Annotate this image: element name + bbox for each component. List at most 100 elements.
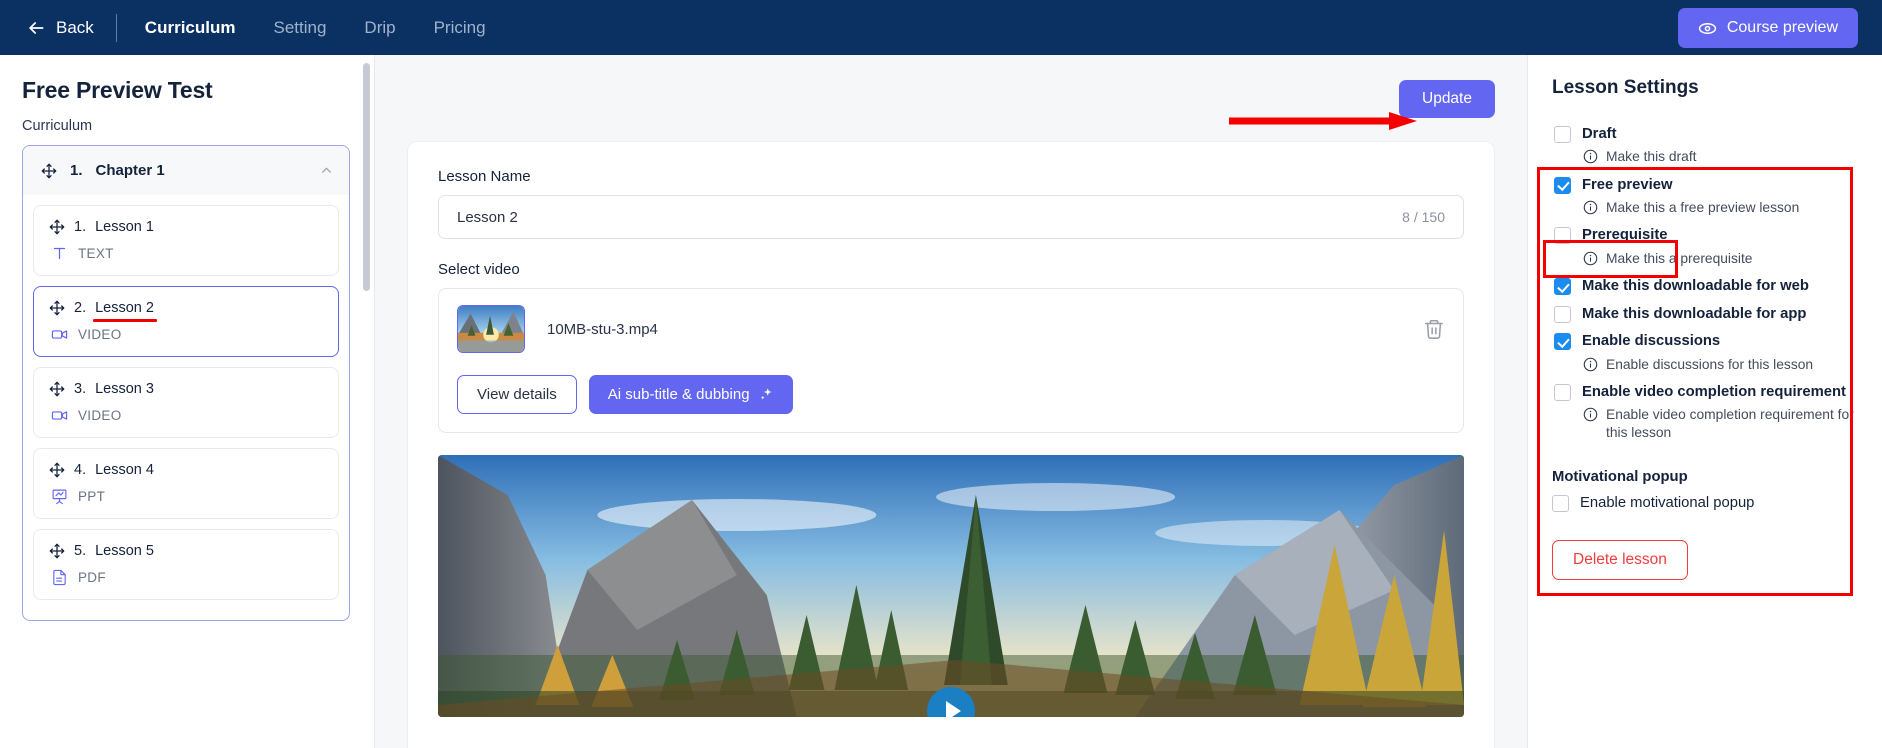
enable-discussions-hint: Enable discussions for this lesson [1583,356,1858,374]
lesson-list: 1. Lesson 1 TEXT 2. Lesson 2 VIDEO 3. Le… [23,195,349,620]
drag-move-icon[interactable] [49,462,65,478]
back-button[interactable]: Back [26,18,116,38]
option-free-preview[interactable]: Free preview [1554,176,1858,194]
lesson-name-input[interactable]: Lesson 2 8 / 150 [438,195,1464,239]
update-button[interactable]: Update [1399,80,1495,118]
curriculum-sidebar: Free Preview Test Curriculum 1. Chapter … [0,55,375,748]
video-completion-hint-text: Enable video completion requirement for … [1606,407,1854,441]
video-camera-icon [51,411,68,420]
lesson-item-1[interactable]: 1. Lesson 1 TEXT [33,205,339,276]
course-preview-button[interactable]: Course preview [1677,8,1858,48]
draft-hint: Make this draft [1583,148,1858,166]
sidebar-scrollbar-thumb[interactable] [363,63,370,291]
motivational-popup-checkbox[interactable] [1552,494,1569,512]
video-completion-label: Enable video completion requirement [1582,383,1846,400]
chapter-number: 1. [70,162,83,179]
prerequisite-hint: Make this a prerequisite [1583,250,1858,268]
chevron-up-icon[interactable] [320,164,333,177]
video-poster-image [438,455,1464,717]
tab-curriculum[interactable]: Curriculum [145,18,236,38]
prerequisite-checkbox[interactable] [1554,227,1571,245]
lesson-type-label: VIDEO [78,408,122,423]
view-details-button[interactable]: View details [457,375,577,414]
nav-tabs: Curriculum Setting Drip Pricing [145,18,486,38]
lesson-name: Lesson 5 [95,543,154,559]
lesson-item-2[interactable]: 2. Lesson 2 VIDEO [33,286,339,357]
lesson-number: 3. [74,381,87,397]
lesson-type-label: PDF [78,570,106,585]
lesson-header: 4. Lesson 4 [49,462,322,478]
lesson-type: VIDEO [49,326,322,343]
motivational-popup-heading: Motivational popup [1552,468,1688,485]
downloadable-app-checkbox[interactable] [1554,305,1571,323]
video-completion-hint: Enable video completion requirement for … [1583,406,1858,442]
video-completion-checkbox[interactable] [1554,383,1571,401]
option-prerequisite[interactable]: Prerequisite [1554,226,1858,245]
topbar-divider [115,13,117,42]
ai-subtitle-dubbing-button[interactable]: Ai sub-title & dubbing [588,375,793,414]
lesson-type: PDF [49,569,322,586]
drag-move-icon[interactable] [49,381,65,397]
option-video-completion[interactable]: Enable video completion requirement [1554,383,1858,401]
lesson-type: VIDEO [49,407,322,424]
option-draft[interactable]: Draft [1554,125,1858,143]
downloadable-app-label: Make this downloadable for app [1582,305,1807,322]
chapter-header[interactable]: 1. Chapter 1 [23,146,349,195]
tab-setting[interactable]: Setting [273,18,326,38]
video-player[interactable] [438,455,1464,717]
lesson-number: 1. [74,219,87,235]
downloadable-web-checkbox[interactable] [1554,278,1571,296]
drag-move-icon[interactable] [41,163,57,179]
lesson-number: 5. [74,543,87,559]
tab-pricing[interactable]: Pricing [434,18,486,38]
lesson-editor-card: Lesson Name Lesson 2 8 / 150 Select vide… [407,141,1495,748]
presentation-icon [52,489,67,505]
option-motivational-popup[interactable]: Enable motivational popup [1552,494,1862,512]
drag-move-icon[interactable] [49,543,65,559]
delete-lesson-button[interactable]: Delete lesson [1552,540,1688,581]
lesson-type: PPT [49,488,322,505]
info-icon [1583,357,1598,371]
chapter-card: 1. Chapter 1 1. Lesson 1 TEXT 2. Lesson … [22,145,350,621]
video-thumbnail[interactable] [457,305,525,353]
lesson-type-label: TEXT [78,246,114,261]
chapter-name: Chapter 1 [95,162,165,179]
free-preview-hint-text: Make this a free preview lesson [1606,200,1800,216]
draft-label: Draft [1582,126,1617,142]
sidebar-scrollbar[interactable] [363,59,370,748]
draft-hint-text: Make this draft [1606,149,1697,165]
lesson-name-value: Lesson 2 [457,208,518,226]
top-navigation-bar: Back Curriculum Setting Drip Pricing Cou… [0,0,1882,55]
tab-drip[interactable]: Drip [364,18,395,38]
drag-move-icon[interactable] [49,219,65,235]
video-row: 10MB-stu-3.mp4 [457,305,1445,353]
video-file-name: 10MB-stu-3.mp4 [547,320,658,338]
arrow-left-icon [29,21,44,34]
draft-checkbox[interactable] [1554,126,1571,143]
trash-icon[interactable] [1423,318,1445,340]
video-action-buttons: View details Ai sub-title & dubbing [457,375,1445,414]
option-downloadable-app[interactable]: Make this downloadable for app [1554,305,1858,323]
lesson-item-3[interactable]: 3. Lesson 3 VIDEO [33,367,339,438]
text-icon [53,247,66,260]
lesson-settings-group: Draft Make this draft Free preview Make … [1552,116,1862,453]
lesson-number: 2. [74,300,87,316]
option-enable-discussions[interactable]: Enable discussions [1554,332,1858,351]
app-root: Back Curriculum Setting Drip Pricing Cou… [0,0,1882,748]
lesson-item-5[interactable]: 5. Lesson 5 PDF [33,529,339,600]
free-preview-checkbox[interactable] [1554,176,1571,194]
option-downloadable-web[interactable]: Make this downloadable for web [1554,277,1858,296]
ai-subtitle-dubbing-label: Ai sub-title & dubbing [607,386,750,403]
lesson-number: 4. [74,462,87,478]
lesson-type-label: PPT [78,489,106,504]
lesson-header: 2. Lesson 2 [49,300,322,322]
play-icon [945,701,961,717]
enable-discussions-hint-text: Enable discussions for this lesson [1606,356,1814,372]
lesson-item-4[interactable]: 4. Lesson 4 PPT [33,448,339,519]
lesson-settings-title: Lesson Settings [1552,77,1699,98]
enable-discussions-checkbox[interactable] [1554,333,1571,351]
downloadable-web-label: Make this downloadable for web [1582,278,1809,295]
video-selection-box: 10MB-stu-3.mp4 View details Ai sub-title… [438,288,1464,433]
video-camera-icon [51,330,68,339]
drag-move-icon[interactable] [49,300,65,316]
